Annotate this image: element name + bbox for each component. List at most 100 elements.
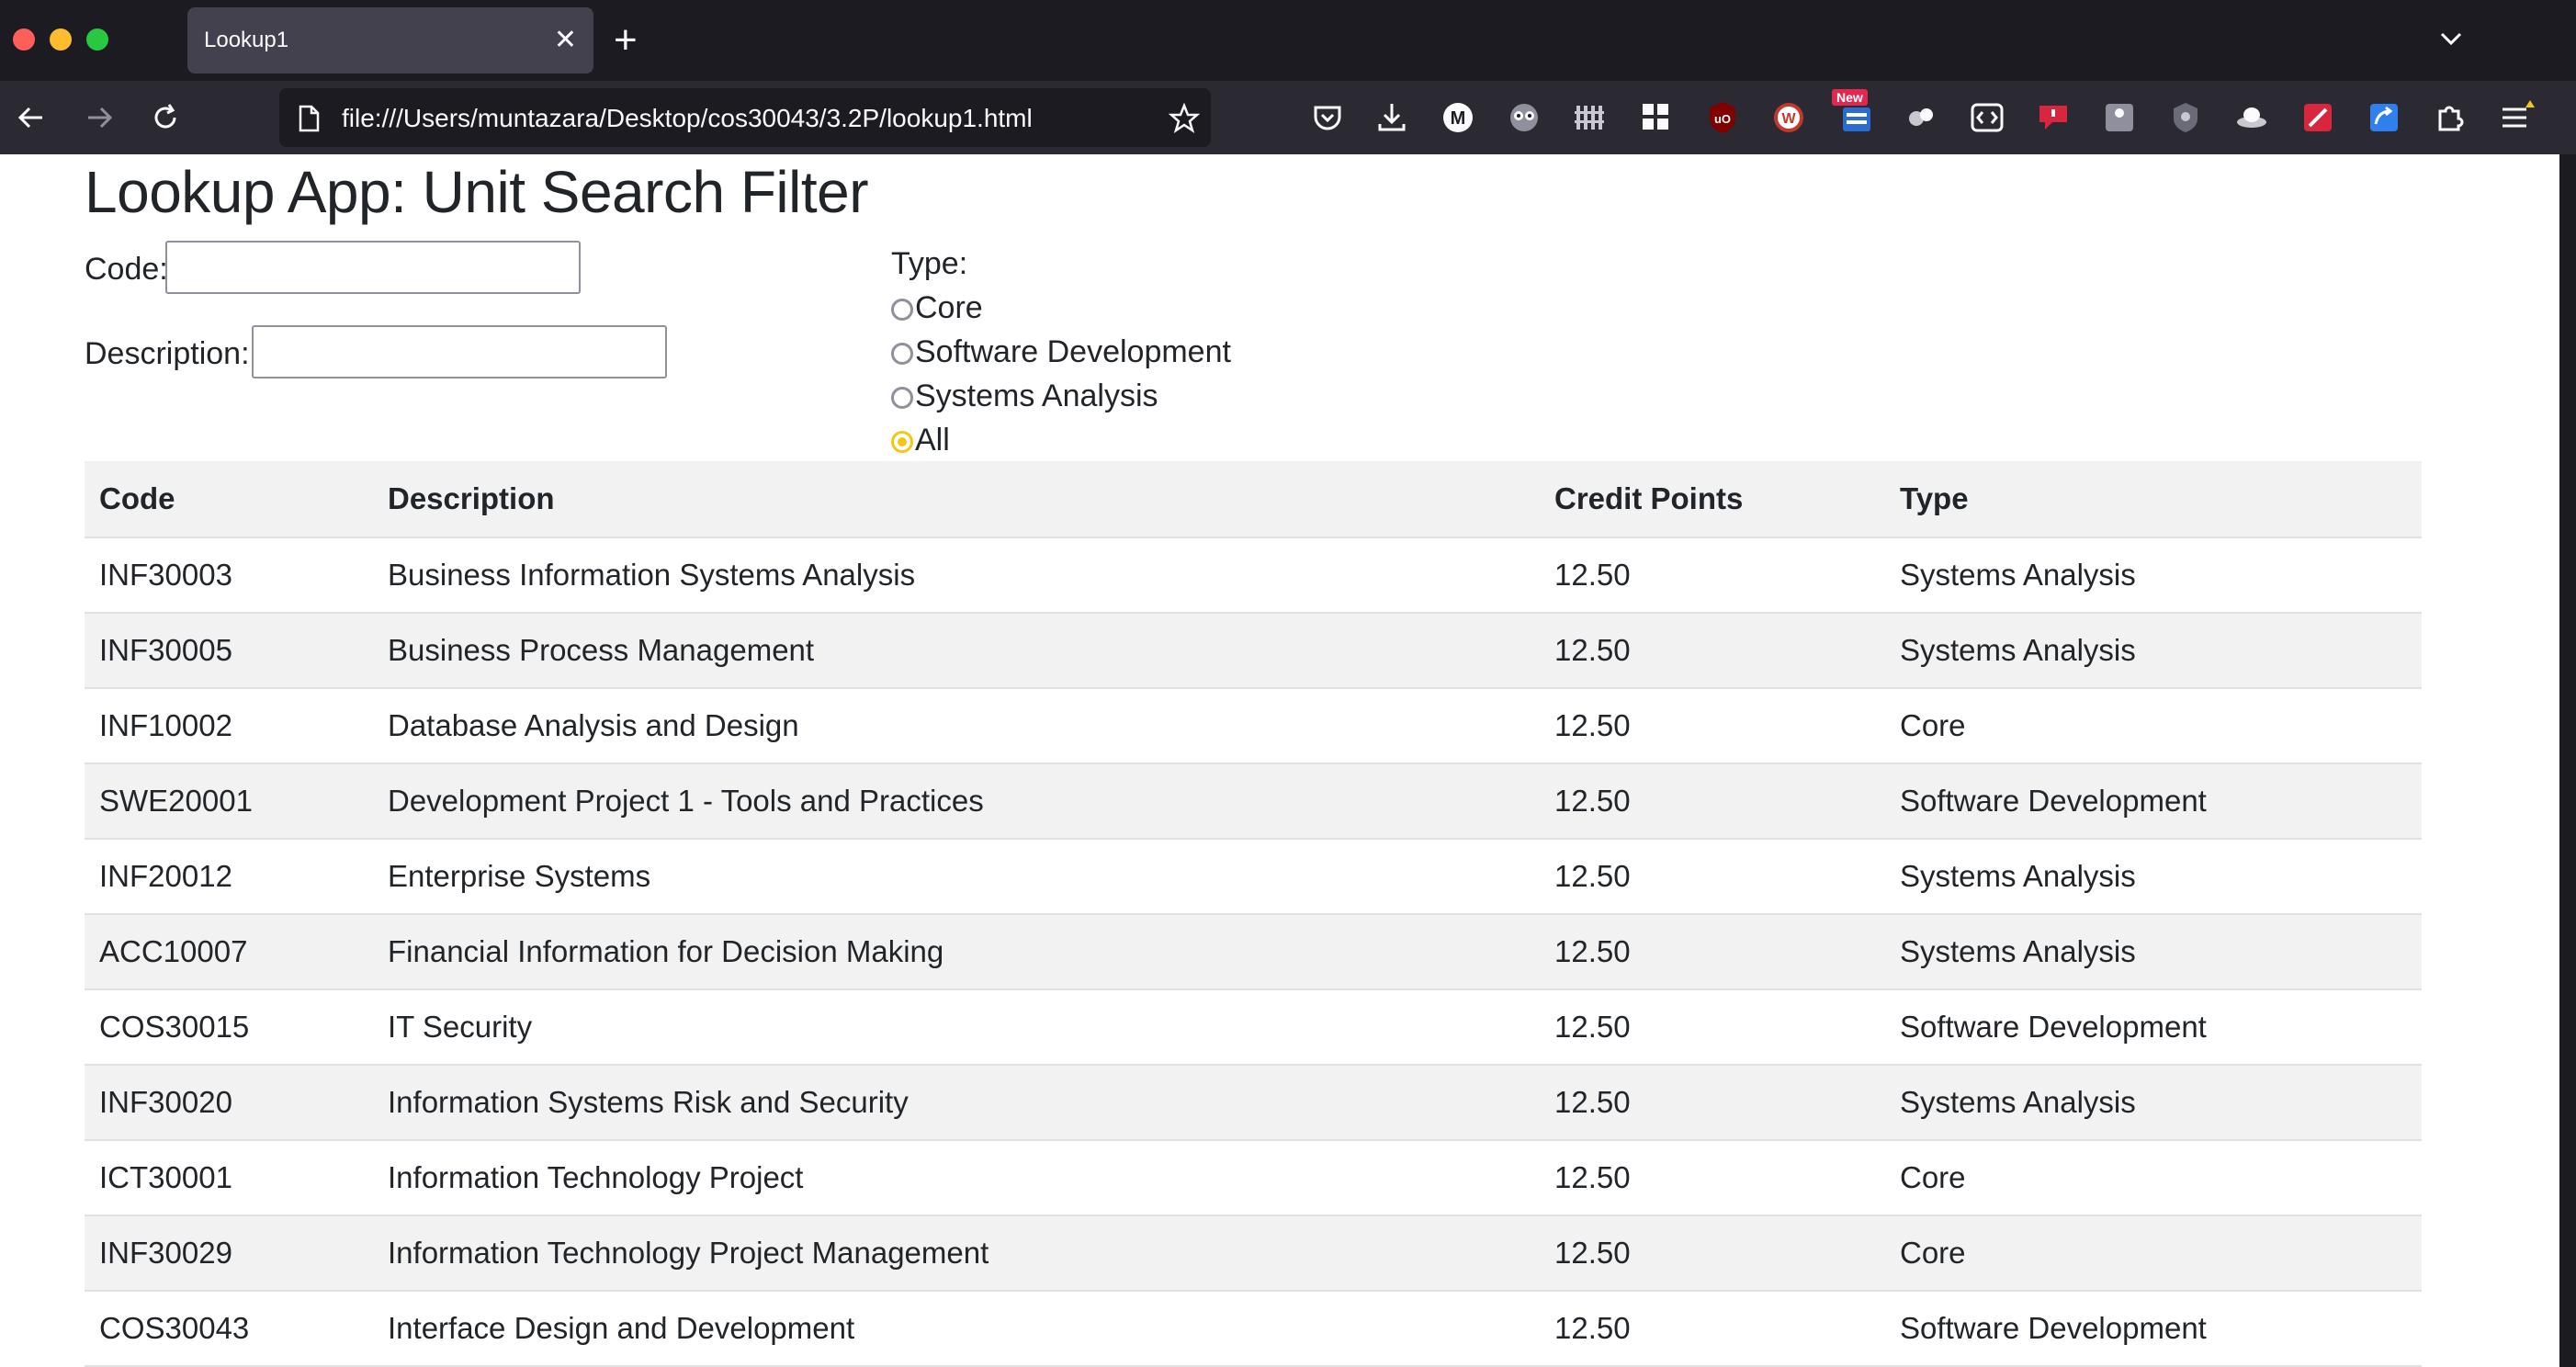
column-header-code: Code <box>85 461 373 538</box>
cell-credit-points: 12.50 <box>1540 1291 1885 1367</box>
bookmark-star-icon[interactable] <box>1169 103 1200 134</box>
page-icon <box>299 105 320 132</box>
window-minimize-button[interactable] <box>50 28 72 51</box>
cell-description: Information Technology Project Managemen… <box>373 1215 1540 1292</box>
radio-software-development[interactable] <box>891 343 913 365</box>
radio-label-software-development: Software Development <box>915 334 1231 369</box>
cell-description: Information Technology Project <box>373 1140 1540 1216</box>
cell-credit-points: 12.50 <box>1540 839 1885 915</box>
cell-description: Interface Design and Development <box>373 1291 1540 1367</box>
blue-arrow-extension-icon[interactable] <box>2365 98 2403 137</box>
column-header-credit-points: Credit Points <box>1540 461 1885 538</box>
code-bracket-extension-icon[interactable] <box>1968 98 2006 137</box>
extensions-puzzle-icon[interactable] <box>2431 98 2469 137</box>
radio-core[interactable] <box>891 299 913 321</box>
cell-type: Core <box>1885 1140 2422 1216</box>
red-flag-extension-icon[interactable] <box>2034 98 2073 137</box>
cell-type: Software Development <box>1885 989 2422 1066</box>
w-extension-icon[interactable]: W <box>1769 98 1808 137</box>
cell-credit-points: 12.50 <box>1540 537 1885 614</box>
pocket-icon[interactable] <box>1308 98 1347 137</box>
table-row: INF20012 Enterprise Systems 12.50 Systems A… <box>85 839 2422 915</box>
downloads-icon[interactable] <box>1373 98 1411 137</box>
table-row: INF30029 Information Technology Project M… <box>85 1215 2422 1292</box>
cell-code: COS30043 <box>85 1291 373 1367</box>
svg-text:M: M <box>1451 108 1466 129</box>
cell-code: INF30005 <box>85 613 373 689</box>
menu-hamburger-icon[interactable] <box>2497 98 2536 137</box>
navigation-toolbar: file:///Users/muntazara/Desktop/cos30043… <box>0 81 2576 154</box>
table-row: INF30003 Business Information Systems Ana… <box>85 537 2422 614</box>
radio-option-software-development[interactable]: Software Development <box>891 334 1231 370</box>
cell-code: INF20012 <box>85 839 373 915</box>
tab-title: Lookup1 <box>204 28 289 52</box>
cell-description: Development Project 1 - Tools and Practi… <box>373 763 1540 840</box>
owl-extension-icon[interactable] <box>1505 98 1543 137</box>
radio-option-systems-analysis[interactable]: Systems Analysis <box>891 378 1158 414</box>
back-arrow-icon[interactable] <box>15 101 48 134</box>
cell-credit-points: 12.50 <box>1540 1065 1885 1141</box>
radio-all[interactable] <box>891 431 913 453</box>
tab-close-icon[interactable]: ✕ <box>554 22 577 59</box>
cell-code: INF30003 <box>85 537 373 614</box>
cell-description: Financial Information for Decision Makin… <box>373 914 1540 990</box>
table-row: ICT30001 Information Technology Project 12… <box>85 1140 2422 1216</box>
browser-tab-active[interactable]: Lookup1 ✕ <box>187 7 593 73</box>
spheres-extension-icon[interactable] <box>1902 98 1940 137</box>
table-row: INF10002 Database Analysis and Design 12.5… <box>85 688 2422 764</box>
description-label: Description: <box>85 336 250 371</box>
puzzle-gray-extension-icon[interactable] <box>2100 98 2139 137</box>
cell-code: ICT30001 <box>85 1140 373 1216</box>
new-badge-extension[interactable]: New <box>1832 89 1876 137</box>
hat-extension-icon[interactable] <box>2232 98 2271 137</box>
ublock-icon[interactable]: uO <box>1703 98 1742 137</box>
units-table-body: INF30003 Business Information Systems Ana… <box>85 537 2422 1367</box>
description-input[interactable] <box>252 325 667 378</box>
new-tab-button[interactable]: + <box>614 18 638 62</box>
radio-systems-analysis[interactable] <box>891 387 913 409</box>
cell-type: Core <box>1885 1215 2422 1292</box>
radio-label-core: Core <box>915 290 983 325</box>
cell-description: Business Process Management <box>373 613 1540 689</box>
address-bar[interactable]: file:///Users/muntazara/Desktop/cos30043… <box>279 88 1211 147</box>
radio-label-systems-analysis: Systems Analysis <box>915 378 1158 413</box>
forward-arrow-icon[interactable] <box>83 101 116 134</box>
url-text[interactable]: file:///Users/muntazara/Desktop/cos30043… <box>342 104 1033 133</box>
cell-credit-points: 12.50 <box>1540 1215 1885 1292</box>
cell-code: COS30015 <box>85 989 373 1066</box>
code-input[interactable] <box>165 241 581 294</box>
table-header-row: Code Description Credit Points Type <box>85 461 2422 538</box>
cell-type: Software Development <box>1885 1291 2422 1367</box>
svg-text:W: W <box>1781 111 1796 127</box>
cell-type: Core <box>1885 688 2422 764</box>
table-row: ACC10007 Financial Information for Decisi… <box>85 914 2422 990</box>
cell-description: IT Security <box>373 989 1540 1066</box>
reload-icon[interactable] <box>149 101 182 134</box>
scrollbar-gutter <box>2559 154 2576 1367</box>
column-header-description: Description <box>373 461 1540 538</box>
radio-option-all[interactable]: All <box>891 423 950 458</box>
shield-extension-icon[interactable] <box>2166 98 2205 137</box>
new-badge: New <box>1832 89 1868 106</box>
column-header-type: Type <box>1885 461 2422 538</box>
window-zoom-button[interactable] <box>86 28 108 51</box>
window-close-button[interactable] <box>13 28 35 51</box>
list-all-tabs-icon[interactable] <box>2435 22 2468 55</box>
cell-code: INF30029 <box>85 1215 373 1292</box>
cell-credit-points: 12.50 <box>1540 613 1885 689</box>
table-row: SWE20001 Development Project 1 - Tools an… <box>85 763 2422 840</box>
type-label: Type: <box>891 246 968 281</box>
grid-extension-icon[interactable] <box>1637 98 1676 137</box>
cell-code: INF30020 <box>85 1065 373 1141</box>
radio-option-core[interactable]: Core <box>891 290 983 326</box>
tab-bar: Lookup1 ✕ + <box>0 0 2576 81</box>
code-label: Code: <box>85 252 168 287</box>
cell-credit-points: 12.50 <box>1540 763 1885 840</box>
m-extension-icon[interactable]: M <box>1439 98 1477 137</box>
cell-description: Enterprise Systems <box>373 839 1540 915</box>
columns-extension-icon[interactable] <box>1571 98 1610 137</box>
table-row: COS30043 Interface Design and Development… <box>85 1291 2422 1367</box>
colorzilla-icon[interactable] <box>2299 98 2337 137</box>
cell-credit-points: 12.50 <box>1540 989 1885 1066</box>
cell-type: Systems Analysis <box>1885 613 2422 689</box>
